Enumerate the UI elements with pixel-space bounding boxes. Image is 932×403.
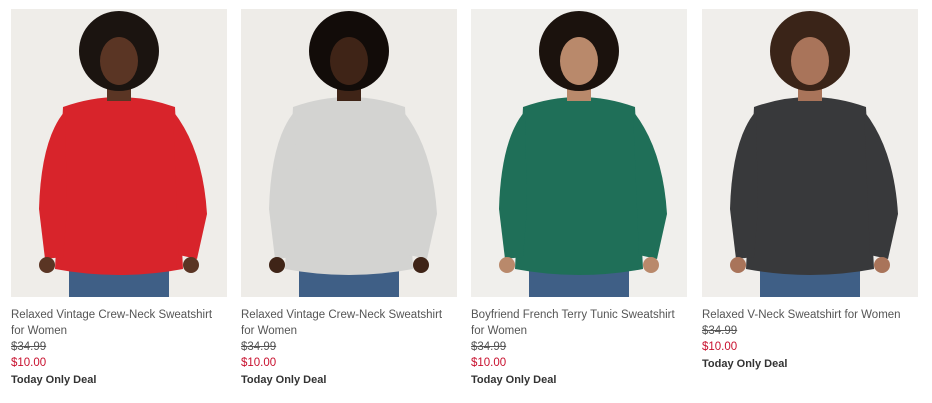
product-image[interactable] xyxy=(702,9,918,297)
deal-badge: Today Only Deal xyxy=(241,374,327,386)
product-title[interactable]: Relaxed V-Neck Sweatshirt for Women xyxy=(702,307,918,323)
product-card[interactable]: Boyfriend French Terry Tunic Sweatshirt … xyxy=(471,9,687,388)
product-image[interactable] xyxy=(241,9,457,297)
product-card[interactable]: Relaxed V-Neck Sweatshirt for Women $34.… xyxy=(702,9,918,372)
original-price: $34.99 xyxy=(702,325,738,337)
product-card[interactable]: Relaxed Vintage Crew-Neck Sweatshirt for… xyxy=(241,9,457,388)
sweatshirt-shape xyxy=(746,97,874,275)
sale-price: $10.00 xyxy=(702,341,738,353)
original-price: $34.99 xyxy=(471,341,507,353)
product-title[interactable]: Boyfriend French Terry Tunic Sweatshirt … xyxy=(471,307,687,339)
sale-price: $10.00 xyxy=(471,357,507,369)
hand-shape xyxy=(269,257,285,273)
deal-badge: Today Only Deal xyxy=(471,374,557,386)
deal-badge: Today Only Deal xyxy=(702,358,788,370)
hand-shape xyxy=(730,257,746,273)
face-shape xyxy=(330,37,368,85)
hand-shape xyxy=(874,257,890,273)
face-shape xyxy=(791,37,829,85)
sweatshirt-shape xyxy=(55,97,183,275)
sale-price: $10.00 xyxy=(241,357,277,369)
hand-shape xyxy=(499,257,515,273)
sweatshirt-shape xyxy=(285,97,413,275)
original-price: $34.99 xyxy=(11,341,47,353)
product-title[interactable]: Relaxed Vintage Crew-Neck Sweatshirt for… xyxy=(241,307,457,339)
hand-shape xyxy=(413,257,429,273)
hand-shape xyxy=(643,257,659,273)
product-card[interactable]: Relaxed Vintage Crew-Neck Sweatshirt for… xyxy=(11,9,227,388)
face-shape xyxy=(560,37,598,85)
product-title[interactable]: Relaxed Vintage Crew-Neck Sweatshirt for… xyxy=(11,307,227,339)
sweatshirt-shape xyxy=(515,97,643,275)
original-price: $34.99 xyxy=(241,341,277,353)
product-grid: Relaxed Vintage Crew-Neck Sweatshirt for… xyxy=(0,0,932,403)
deal-badge: Today Only Deal xyxy=(11,374,97,386)
product-image[interactable] xyxy=(11,9,227,297)
face-shape xyxy=(100,37,138,85)
product-image[interactable] xyxy=(471,9,687,297)
hand-shape xyxy=(183,257,199,273)
sale-price: $10.00 xyxy=(11,357,47,369)
hand-shape xyxy=(39,257,55,273)
